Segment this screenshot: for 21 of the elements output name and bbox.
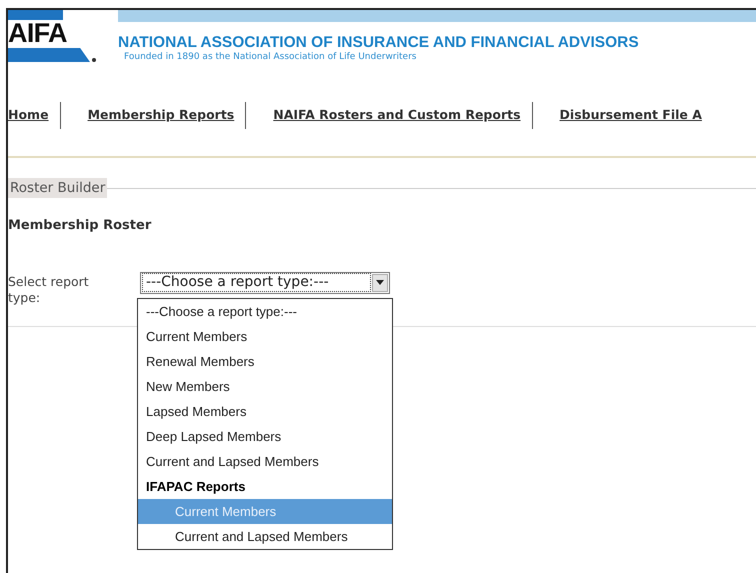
dropdown-option[interactable]: Current and Lapsed Members [138, 524, 392, 549]
nav-link[interactable]: Membership Reports [88, 106, 234, 124]
fieldset-legend: Roster Builder [8, 178, 108, 198]
nav-link[interactable]: Home [8, 106, 49, 124]
dropdown-option[interactable]: ---Choose a report type:--- [138, 298, 392, 324]
dropdown-option[interactable]: New Members [138, 374, 392, 399]
dropdown-option[interactable]: Deep Lapsed Members [138, 424, 392, 449]
section-heading: Membership Roster [8, 217, 152, 236]
nav-link[interactable]: Disbursement File A [560, 106, 702, 124]
dropdown-option[interactable]: Current Members [138, 324, 392, 349]
dropdown-option[interactable]: Lapsed Members [138, 398, 392, 424]
site-subtitle: Founded in 1890 as the National Association of Life Underwriters [123, 51, 418, 64]
site-title: NATIONAL ASSOCIATION OF INSURANCE AND FINANCIAL ADVISORS [118, 34, 639, 51]
caret-icon [372, 274, 388, 292]
report-type-select[interactable]: ---Choose a report type:--- [140, 272, 390, 294]
nav-link[interactable]: NAIFA Rosters and Custom Reports [273, 106, 521, 124]
logo: AIFA [8, 10, 108, 68]
dropdown-option[interactable]: Current and Lapsed Members [138, 448, 392, 474]
option-group-label: IFAPAC Reports [145, 478, 246, 496]
dropdown-option[interactable]: Renewal Members [138, 348, 392, 374]
field-label: Select report type: [8, 272, 90, 306]
